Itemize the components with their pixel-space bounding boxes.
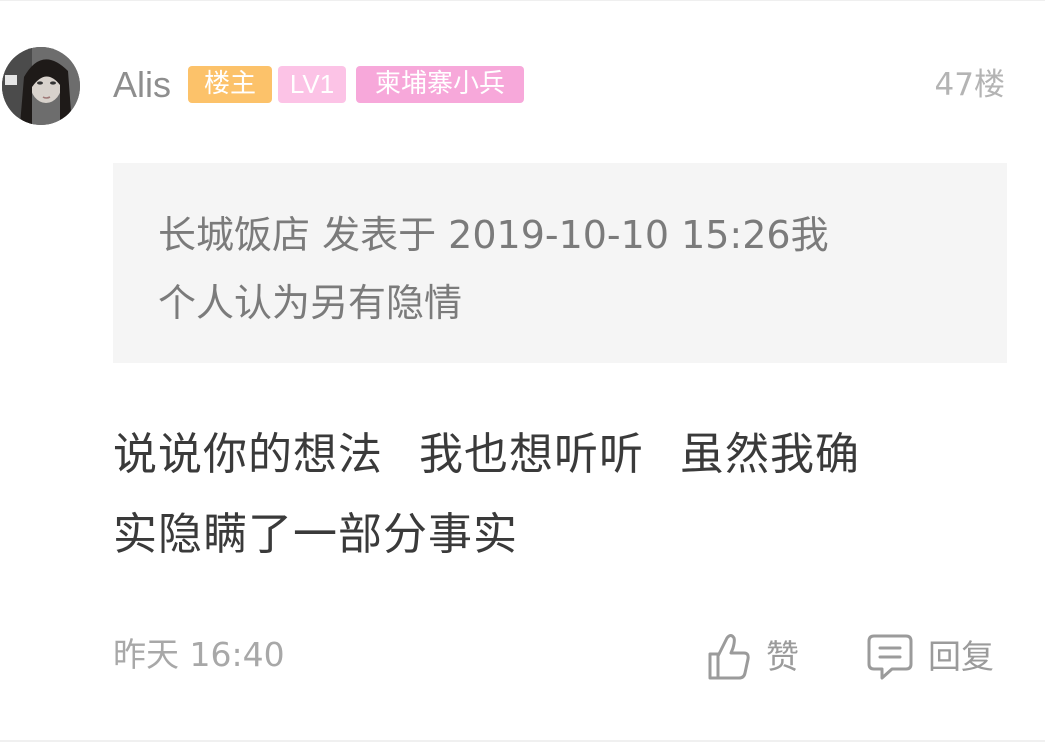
thumbs-up-icon — [706, 632, 752, 682]
like-button[interactable]: 赞 — [706, 630, 799, 684]
title-badge: 柬埔寨小兵 — [356, 66, 524, 103]
like-label: 赞 — [766, 637, 799, 676]
avatar-image — [2, 47, 80, 125]
bottom-divider — [0, 740, 1045, 742]
quote-line-2: 个人认为另有隐情 — [158, 281, 463, 325]
floor-number: 47楼 — [934, 67, 1005, 103]
post-content: 说说你的想法 我也想听听 虽然我确 实隐瞒了一部分事实 — [113, 415, 973, 575]
reply-button[interactable]: 回复 — [866, 630, 994, 684]
comment-bubble-icon — [866, 632, 914, 682]
level-badge: LV1 — [278, 66, 346, 103]
post-content-line-1: 说说你的想法 我也想听听 虽然我确 — [113, 415, 973, 495]
post-content-line-2: 实隐瞒了一部分事实 — [113, 509, 518, 560]
top-divider — [0, 0, 1045, 1]
author-name[interactable]: Alis — [113, 60, 171, 110]
content-part-3: 虽然我确 — [680, 429, 860, 480]
content-part-2: 我也想听听 — [419, 429, 644, 480]
avatar[interactable] — [2, 47, 80, 125]
owner-badge: 楼主 — [188, 66, 272, 103]
post-time: 昨天 16:40 — [113, 635, 285, 674]
quote-text: 长城饭店 发表于 2019-10-10 15:26我 个人认为另有隐情 — [158, 201, 958, 337]
reply-label: 回复 — [928, 637, 994, 676]
content-part-1: 说说你的想法 — [113, 429, 383, 480]
quote-line-1: 长城饭店 发表于 2019-10-10 15:26我 — [158, 213, 829, 257]
quoted-post[interactable]: 长城饭店 发表于 2019-10-10 15:26我 个人认为另有隐情 — [113, 163, 1007, 363]
